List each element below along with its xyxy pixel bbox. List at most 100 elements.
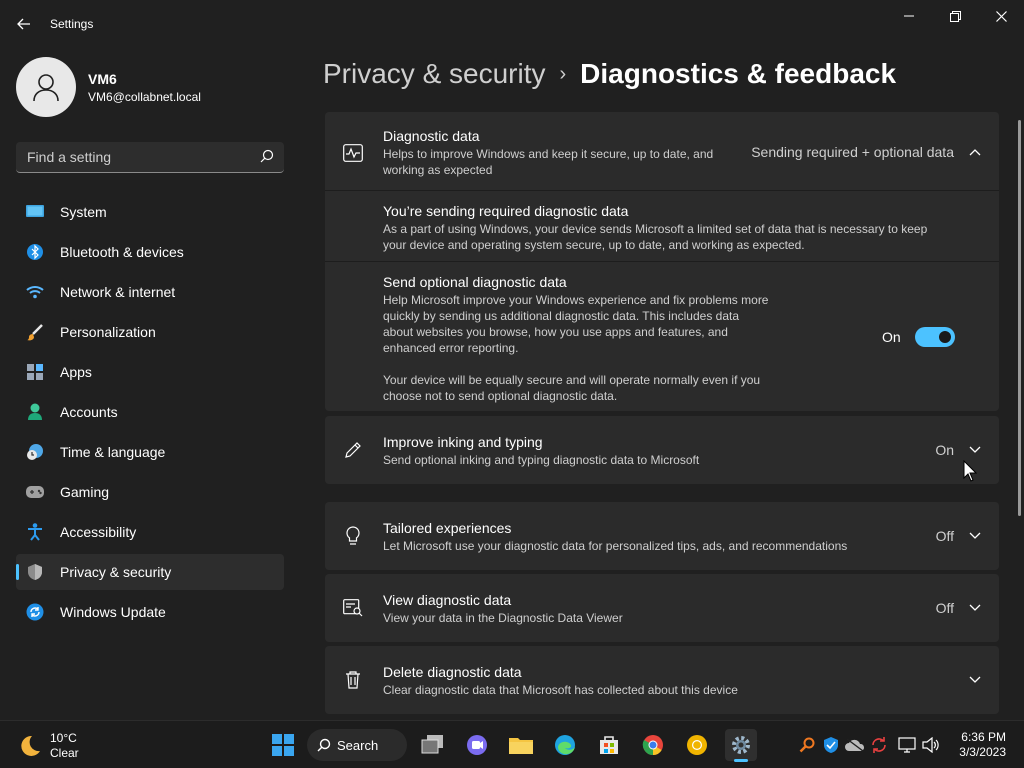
- sidebar-item-accessibility[interactable]: Accessibility: [16, 514, 284, 550]
- file-explorer-button[interactable]: [505, 729, 537, 761]
- teams-chat-button[interactable]: [461, 729, 493, 761]
- taskbar-search[interactable]: Search: [307, 729, 407, 761]
- chevron-down-icon[interactable]: [967, 528, 983, 544]
- defender-tray-icon[interactable]: [821, 735, 841, 755]
- sidebar-item-windows-update[interactable]: Windows Update: [16, 594, 284, 630]
- required-data-desc-line2: your device and operating system secure,…: [383, 238, 805, 252]
- chevron-right-icon: ›: [559, 62, 567, 85]
- delete-data-desc: Clear diagnostic data that Microsoft has…: [383, 683, 738, 697]
- task-view-icon: [421, 735, 443, 754]
- pulse-chart-icon: [342, 142, 364, 164]
- sidebar-item-label: Privacy & security: [60, 564, 172, 580]
- close-button[interactable]: [978, 0, 1024, 32]
- sidebar-nav: System Bluetooth & devices Network & int…: [16, 194, 284, 634]
- tailored-experiences-card[interactable]: Tailored experiences Let Microsoft use y…: [325, 502, 999, 570]
- minimize-button[interactable]: [886, 0, 932, 32]
- diagnostic-data-title: Diagnostic data: [383, 128, 480, 144]
- sidebar-item-label: Personalization: [60, 324, 156, 340]
- back-button[interactable]: [10, 10, 38, 38]
- brush-icon: [26, 323, 44, 341]
- sidebar-item-privacy-security[interactable]: Privacy & security: [16, 554, 284, 590]
- sidebar-item-system[interactable]: System: [16, 194, 284, 230]
- task-view-button[interactable]: [417, 729, 449, 761]
- chevron-up-icon[interactable]: [967, 144, 983, 160]
- pen-icon: [342, 439, 364, 461]
- sync-tray-icon[interactable]: [869, 735, 889, 755]
- sidebar-item-apps[interactable]: Apps: [16, 354, 284, 390]
- search-icon: [317, 738, 331, 752]
- monitor-icon: [26, 203, 44, 221]
- settings-button[interactable]: [725, 729, 757, 762]
- back-arrow-icon: [17, 18, 30, 30]
- moon-icon: [21, 735, 40, 756]
- inking-title: Improve inking and typing: [383, 434, 543, 450]
- sidebar-item-personalization[interactable]: Personalization: [16, 314, 284, 350]
- taskbar-search-label: Search: [337, 737, 379, 753]
- sidebar-item-bluetooth[interactable]: Bluetooth & devices: [16, 234, 284, 270]
- optional-data-toggle[interactable]: [915, 327, 955, 347]
- diagnostic-data-header[interactable]: Diagnostic data Helps to improve Windows…: [325, 112, 999, 190]
- onedrive-tray-icon[interactable]: [845, 735, 865, 755]
- folder-icon: [509, 738, 533, 754]
- weather-temp: 10°C: [50, 731, 77, 745]
- apps-icon: [26, 363, 44, 381]
- restore-icon: [949, 10, 961, 22]
- page-title: Diagnostics & feedback: [580, 58, 897, 89]
- sidebar-item-label: Time & language: [60, 444, 166, 460]
- toggle-knob: [939, 331, 951, 343]
- volume-tray-icon[interactable]: [921, 735, 941, 755]
- search-input[interactable]: [27, 149, 247, 165]
- weather-widget[interactable]: 10°C Clear: [18, 731, 79, 761]
- sidebar-item-label: Network & internet: [60, 284, 176, 300]
- update-icon: [26, 603, 44, 621]
- optional-data-desc-line4: enhanced error reporting.: [383, 341, 519, 355]
- chevron-down-icon[interactable]: [967, 600, 983, 616]
- chevron-down-icon[interactable]: [967, 442, 983, 458]
- view-diagnostic-data-card[interactable]: View diagnostic data View your data in t…: [325, 574, 999, 642]
- optional-data-note-line1: Your device will be equally secure and w…: [383, 373, 761, 387]
- restore-button[interactable]: [932, 0, 978, 32]
- search-icon[interactable]: [260, 149, 274, 166]
- sidebar-item-label: Gaming: [60, 484, 110, 500]
- person-icon: [26, 403, 44, 421]
- delete-diagnostic-data-card[interactable]: Delete diagnostic data Clear diagnostic …: [325, 646, 999, 714]
- clock-date: 3/3/2023: [959, 745, 1006, 759]
- view-data-desc: View your data in the Diagnostic Data Vi…: [383, 611, 623, 625]
- avatar: [16, 57, 76, 117]
- mouse-cursor-icon: [963, 460, 977, 482]
- edge-button[interactable]: [549, 729, 581, 761]
- sidebar-item-label: Bluetooth & devices: [60, 244, 184, 260]
- store-button[interactable]: [593, 729, 625, 761]
- clock-globe-icon: [26, 443, 44, 461]
- app-title: Settings: [50, 17, 94, 31]
- close-icon: [995, 10, 1007, 22]
- chrome-icon: [642, 735, 663, 756]
- sidebar-item-accounts[interactable]: Accounts: [16, 394, 284, 430]
- scrollbar[interactable]: [1018, 120, 1021, 516]
- breadcrumb-parent[interactable]: Privacy & security: [323, 58, 546, 90]
- profile-email: VM6@collabnet.local: [88, 89, 201, 104]
- sidebar-item-time-language[interactable]: Time & language: [16, 434, 284, 470]
- chevron-down-icon[interactable]: [967, 672, 983, 688]
- user-profile[interactable]: VM6 VM6@collabnet.local: [16, 57, 201, 117]
- bluetooth-icon: [26, 243, 44, 261]
- network-tray-icon[interactable]: [897, 735, 917, 755]
- required-data-row: You’re sending required diagnostic data …: [325, 191, 999, 261]
- shield-icon: [26, 563, 44, 581]
- taskbar-clock[interactable]: 6:36 PM 3/3/2023: [948, 730, 1006, 760]
- start-button[interactable]: [267, 729, 299, 761]
- optional-data-row: Send optional diagnostic data Help Micro…: [325, 262, 999, 411]
- view-data-value: Off: [935, 600, 954, 616]
- windows-logo-icon: [272, 734, 294, 756]
- chrome-button[interactable]: [637, 729, 669, 761]
- wifi-icon: [26, 283, 44, 301]
- search-box[interactable]: [16, 142, 284, 173]
- chrome-canary-button[interactable]: [681, 729, 713, 761]
- sidebar-item-network[interactable]: Network & internet: [16, 274, 284, 310]
- document-search-icon: [342, 597, 364, 619]
- sidebar-item-gaming[interactable]: Gaming: [16, 474, 284, 510]
- view-data-title: View diagnostic data: [383, 592, 512, 608]
- inking-typing-card[interactable]: Improve inking and typing Send optional …: [325, 416, 999, 484]
- search-tool-tray-icon[interactable]: [797, 735, 817, 755]
- inking-value: On: [935, 442, 954, 458]
